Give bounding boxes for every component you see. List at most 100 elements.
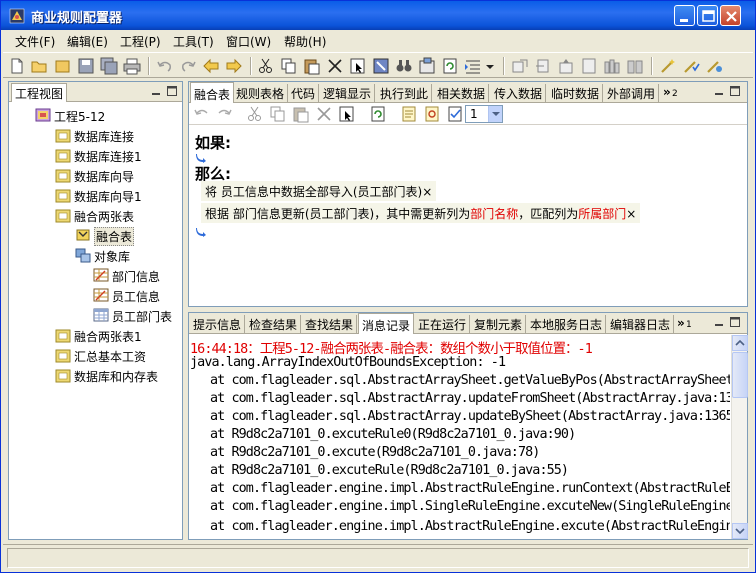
menu-file[interactable]: 文件(F)	[15, 33, 55, 50]
undo-button[interactable]	[156, 57, 174, 75]
minimize-panel-icon[interactable]	[714, 86, 724, 96]
menu-project[interactable]: 工程(P)	[120, 33, 161, 50]
chevron-down-icon[interactable]	[488, 106, 502, 122]
minimize-panel-icon[interactable]	[151, 86, 161, 96]
editor-select-button[interactable]	[338, 105, 356, 123]
tab-copy-elements[interactable]: 复制元素	[471, 315, 527, 334]
tool-a-button[interactable]	[511, 57, 529, 75]
tab-project-view[interactable]: 工程视图	[11, 83, 68, 102]
select-button[interactable]	[349, 57, 367, 75]
tab-code[interactable]: 代码	[288, 84, 320, 103]
maximize-panel-icon[interactable]	[730, 86, 740, 96]
action-line-update[interactable]: 根据 部门信息更新(员工部门表)，其中需更新列为部门名称，匹配列为所属部门×	[201, 203, 641, 223]
minimize-button[interactable]	[674, 5, 695, 26]
tool-b-button[interactable]	[534, 57, 552, 75]
log-vertical-scrollbar[interactable]	[731, 335, 748, 539]
project-button[interactable]	[54, 57, 72, 75]
tab-hints[interactable]: 提示信息	[190, 315, 246, 334]
tool-g-button[interactable]	[659, 57, 677, 75]
object-link-employee-info[interactable]: 员工信息	[221, 185, 269, 199]
object-link-dept-info[interactable]: 部门信息	[233, 207, 281, 221]
tab-editor-log[interactable]: 编辑器日志	[607, 315, 675, 334]
title-bar[interactable]: 商业规则配置器	[1, 1, 755, 30]
folder-icon	[55, 129, 71, 143]
search-button[interactable]	[395, 57, 413, 75]
tab-merge-table[interactable]: 融合表	[190, 82, 235, 103]
editor-refresh-button[interactable]	[369, 105, 387, 123]
cut-button[interactable]	[257, 57, 275, 75]
tool-i-button[interactable]	[705, 57, 723, 75]
add-condition-arrow-icon[interactable]	[195, 151, 207, 163]
indent-button[interactable]	[464, 57, 482, 75]
tab-overflow-chevron[interactable]: »	[677, 316, 685, 330]
cursor-icon	[350, 58, 365, 74]
tab-input-data[interactable]: 传入数据	[491, 84, 547, 103]
scroll-thumb[interactable]	[732, 352, 748, 398]
menu-window[interactable]: 窗口(W)	[226, 33, 271, 50]
back-button[interactable]	[202, 57, 220, 75]
folder-icon	[55, 169, 71, 183]
tool-d-button[interactable]	[580, 57, 598, 75]
structure-button[interactable]	[372, 57, 390, 75]
menu-tools[interactable]: 工具(T)	[173, 33, 214, 50]
tab-local-service-log[interactable]: 本地服务日志	[527, 315, 607, 334]
log-text-area[interactable]: 16:44:18：工程5-12-融合两张表-融合表：数组个数小于取值位置：-1 …	[189, 335, 730, 539]
tab-related-data[interactable]: 相关数据	[434, 84, 490, 103]
scroll-up-button[interactable]	[732, 335, 748, 351]
editor-doc-button[interactable]	[400, 105, 418, 123]
tab-search-results[interactable]: 查找结果	[302, 315, 358, 334]
editor-undo-button[interactable]	[193, 105, 211, 123]
properties-button[interactable]	[418, 57, 436, 75]
delete-button[interactable]	[326, 57, 344, 75]
open-button[interactable]	[31, 57, 49, 75]
editor-cut-button[interactable]	[246, 105, 264, 123]
indent-dropdown[interactable]	[485, 57, 495, 75]
menu-edit[interactable]: 编辑(E)	[67, 33, 108, 50]
delete-action-icon[interactable]: ×	[626, 207, 636, 221]
update-column-value[interactable]: 部门名称	[470, 207, 518, 221]
tool-e-button[interactable]	[603, 57, 621, 75]
delete-action-icon[interactable]: ×	[422, 185, 432, 199]
save-button[interactable]	[77, 57, 95, 75]
tab-check-results[interactable]: 检查结果	[246, 315, 302, 334]
forward-button[interactable]	[225, 57, 243, 75]
minimize-panel-icon[interactable]	[714, 317, 724, 327]
tab-run-to-here[interactable]: 执行到此	[377, 84, 433, 103]
refresh-button[interactable]	[441, 57, 459, 75]
tab-running[interactable]: 正在运行	[415, 315, 471, 334]
tab-logic-display[interactable]: 逻辑显示	[320, 84, 376, 103]
tool-f-button[interactable]	[626, 57, 644, 75]
tab-overflow-chevron[interactable]: »	[663, 85, 671, 99]
match-column-value[interactable]: 所属部门	[578, 207, 626, 221]
tab-overflow-count: 1	[686, 320, 692, 330]
maximize-button[interactable]	[697, 5, 718, 26]
tool-h-button[interactable]	[682, 57, 700, 75]
tab-temp-data[interactable]: 临时数据	[548, 84, 604, 103]
editor-copy-button[interactable]	[269, 105, 287, 123]
new-file-button[interactable]	[8, 57, 26, 75]
editor-paste-button[interactable]	[292, 105, 310, 123]
tab-rule-table[interactable]: 规则表格	[233, 84, 289, 103]
minimize-icon	[680, 19, 688, 22]
row-select[interactable]: 1	[465, 105, 503, 123]
menu-help[interactable]: 帮助(H)	[284, 33, 326, 50]
editor-delete-button[interactable]	[315, 105, 333, 123]
editor-redo-button[interactable]	[215, 105, 233, 123]
copy-button[interactable]	[280, 57, 298, 75]
editor-check-button[interactable]	[446, 105, 464, 123]
maximize-panel-icon[interactable]	[730, 317, 740, 327]
paste-button[interactable]	[303, 57, 321, 75]
action-line-import[interactable]: 将 员工信息中数据全部导入(员工部门表)×	[201, 181, 437, 201]
tab-external-call[interactable]: 外部调用	[604, 84, 660, 103]
tool-c-button[interactable]	[557, 57, 575, 75]
scroll-down-button[interactable]	[732, 523, 748, 539]
add-action-arrow-icon[interactable]	[195, 225, 207, 237]
close-button[interactable]	[720, 5, 741, 26]
print-button[interactable]	[123, 57, 141, 75]
save-all-button[interactable]	[100, 57, 118, 75]
redo-button[interactable]	[179, 57, 197, 75]
editor-doc-search-button[interactable]	[423, 105, 441, 123]
maximize-panel-icon[interactable]	[167, 86, 177, 96]
status-bar	[3, 544, 753, 570]
tab-message-log[interactable]: 消息记录	[358, 313, 415, 334]
